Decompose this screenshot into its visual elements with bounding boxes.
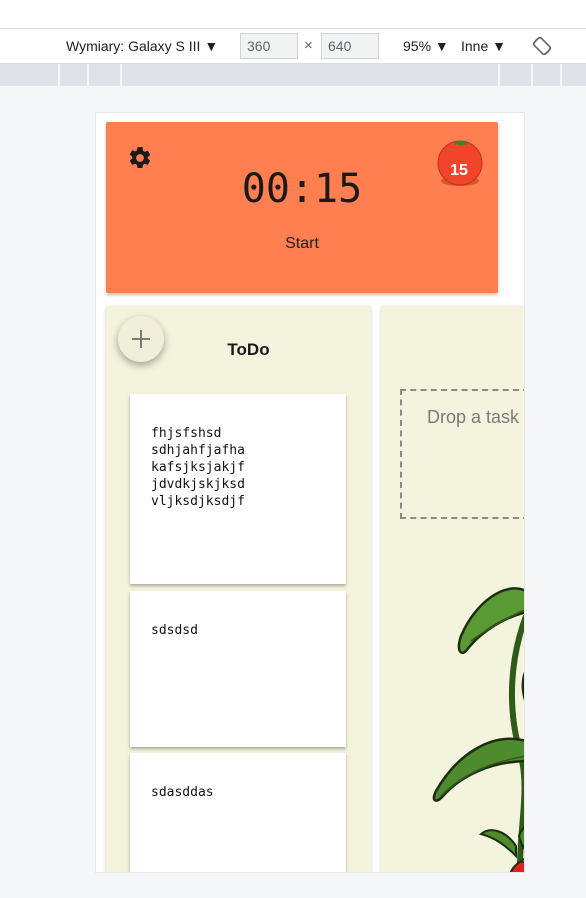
timer-panel: 00:15 Start 15 — [106, 122, 498, 293]
device-toolbar: Wymiary: Galaxy S III ▼ × 95% ▼ Inne ▼ — [0, 28, 586, 64]
zoom-dropdown[interactable]: 95% ▼ — [403, 38, 449, 54]
todo-column: ToDo fhjsfshsd sdhjahfjafha kafsjksjakjf… — [106, 306, 371, 872]
media-query-ruler — [0, 64, 586, 86]
doing-column: Drop a task — [381, 306, 524, 872]
device-viewport: 00:15 Start 15 ToDo fhjsfshsd sdhjahfjaf… — [95, 112, 525, 873]
zoom-label: 95% — [403, 38, 432, 54]
ruler-tick — [560, 64, 562, 86]
ruler-tick — [87, 64, 89, 86]
browser-top-strip — [0, 0, 586, 28]
drop-placeholder: Drop a task — [427, 407, 520, 427]
dropdown-arrow-icon: ▼ — [434, 38, 449, 54]
ruler-tick — [120, 64, 122, 86]
task-drop-zone[interactable]: Drop a task — [400, 389, 524, 519]
ruler-tick — [498, 64, 500, 86]
column-title: ToDo — [227, 340, 270, 359]
dropdown-arrow-icon: ▼ — [492, 38, 506, 54]
height-input[interactable] — [321, 33, 379, 59]
tomato-plant-illustration — [432, 587, 524, 872]
tomato-count: 15 — [450, 162, 468, 179]
task-card[interactable]: sdasddas — [130, 753, 346, 872]
throttle-dropdown[interactable]: Inne ▼ — [461, 38, 506, 54]
task-card[interactable]: fhjsfshsd sdhjahfjafha kafsjksjakjf jdvd… — [130, 394, 346, 584]
start-button[interactable]: Start — [272, 235, 332, 253]
dimensions-label: Wymiary: Galaxy S III — [66, 38, 201, 54]
dropdown-arrow-icon: ▼ — [204, 38, 219, 54]
ruler-tick — [58, 64, 60, 86]
task-card[interactable]: sdsdsd — [130, 591, 346, 747]
ruler-tick — [531, 64, 533, 86]
width-input[interactable] — [240, 33, 298, 59]
times-symbol: × — [304, 37, 313, 54]
rotate-icon[interactable] — [532, 36, 552, 56]
dimensions-dropdown[interactable]: Wymiary: Galaxy S III ▼ — [66, 38, 218, 54]
throttle-label: Inne — [461, 38, 489, 54]
